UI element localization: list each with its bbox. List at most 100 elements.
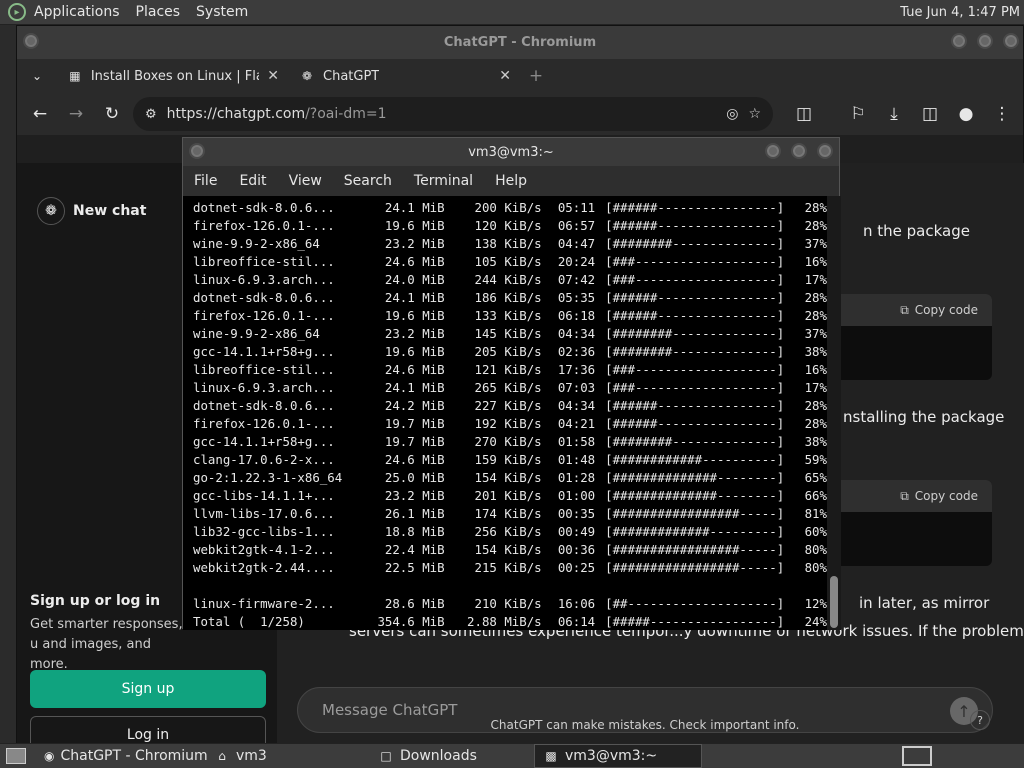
- package-name: gcc-libs-14.1.1+...: [193, 488, 335, 503]
- show-desktop-icon[interactable]: [6, 748, 26, 764]
- progress-bar: [###-------------------]: [605, 254, 785, 269]
- terminal-menu-terminal[interactable]: Terminal: [414, 173, 473, 189]
- terminal-menu-search[interactable]: Search: [344, 173, 392, 189]
- eta: 00:25: [557, 560, 596, 575]
- progress-bar: [######----------------]: [605, 200, 785, 215]
- terminal-scrollbar-thumb[interactable]: [830, 576, 838, 628]
- side-panel-icon[interactable]: ◫: [915, 99, 945, 129]
- tab-title: ChatGPT: [323, 68, 380, 84]
- distro-logo-icon[interactable]: ▸: [8, 3, 26, 21]
- terminal-minimize-button[interactable]: [765, 143, 781, 159]
- download-rate: 200 KiB/s: [474, 200, 542, 215]
- terminal-menu-edit[interactable]: Edit: [239, 173, 266, 189]
- downloads-icon[interactable]: ⤓: [879, 99, 909, 129]
- package-size: 24.2 MiB: [384, 398, 445, 413]
- system-menu[interactable]: System: [196, 4, 248, 20]
- chromium-titlebar[interactable]: ChatGPT - Chromium: [17, 26, 1023, 59]
- terminal-menu-file[interactable]: File: [194, 173, 217, 189]
- taskbar-item-downloads[interactable]: □ Downloads: [370, 744, 534, 768]
- help-question-icon[interactable]: ?: [970, 710, 990, 730]
- extensions-puzzle-icon[interactable]: ◫: [789, 99, 819, 129]
- message-placeholder: Message ChatGPT: [322, 701, 458, 719]
- download-rate: 210 KiB/s: [474, 596, 542, 611]
- eta: [542, 577, 595, 595]
- profile-avatar-icon[interactable]: ●: [951, 99, 981, 129]
- site-info-icon[interactable]: ⚙: [145, 107, 157, 122]
- applications-menu[interactable]: Applications: [34, 4, 120, 20]
- copy-code-button[interactable]: Copy code: [915, 303, 978, 317]
- package-size: 23.2 MiB: [384, 236, 445, 251]
- package-size: 19.7 MiB: [384, 434, 445, 449]
- places-menu[interactable]: Places: [136, 4, 181, 20]
- eta: 01:48: [557, 452, 596, 467]
- eta: 07:42: [557, 272, 596, 287]
- terminal-close-button[interactable]: [817, 143, 833, 159]
- percent: 59%: [804, 452, 827, 467]
- terminal-line: gcc-libs-14.1.1+... 23.2 MiB 201 KiB/s 01:0…: [193, 487, 827, 505]
- maximize-button[interactable]: [977, 33, 993, 49]
- eta: 05:35: [557, 290, 596, 305]
- terminal-menu-help[interactable]: Help: [495, 173, 527, 189]
- eta: 00:36: [557, 542, 596, 557]
- taskbar-label: ChatGPT - Chromium: [60, 748, 208, 764]
- new-chat-label: New chat: [73, 203, 147, 219]
- terminal-line: linux-6.9.3.arch... 24.0 MiB 244 KiB/s 07:4…: [193, 271, 827, 289]
- package-name: lib32-gcc-libs-1...: [193, 524, 335, 539]
- tab-title: Install Boxes on Linux | Flathub: [90, 68, 259, 84]
- tab-close-icon[interactable]: ✕: [499, 68, 511, 84]
- progress-bar: [######----------------]: [605, 416, 785, 431]
- taskbar-item-chromium[interactable]: ◉ ChatGPT - Chromium: [36, 744, 208, 768]
- back-arrow-icon[interactable]: ←: [25, 99, 55, 129]
- terminal-scrollbar[interactable]: [827, 196, 841, 630]
- eta: 02:36: [557, 344, 596, 359]
- new-chat-button[interactable]: ❁ New chat: [37, 197, 146, 225]
- tab-close-icon[interactable]: ✕: [267, 68, 279, 84]
- bookmark-star-icon[interactable]: ☆: [748, 106, 761, 122]
- tracking-protection-eye-icon[interactable]: ◎: [726, 106, 738, 122]
- workspace-switcher[interactable]: [902, 746, 932, 766]
- address-bar[interactable]: ⚙ https://chatgpt.com/?oai-dm=1 ◎ ☆: [133, 97, 773, 131]
- chromium-window-title: ChatGPT - Chromium: [443, 35, 597, 50]
- reload-icon[interactable]: ↻: [97, 99, 127, 129]
- download-rate: [445, 577, 542, 595]
- terminal-line: clang-17.0.6-2-x... 24.6 MiB 159 KiB/s 01:4…: [193, 451, 827, 469]
- package-name: wine-9.9-2-x86_64: [193, 236, 320, 251]
- copy-code-button[interactable]: Copy code: [915, 489, 978, 503]
- percent: 28%: [804, 416, 827, 431]
- download-rate: 256 KiB/s: [474, 524, 542, 539]
- tab-search-chevron-icon[interactable]: ⌄: [17, 61, 57, 91]
- new-tab-plus-icon[interactable]: +: [521, 61, 551, 91]
- terminal-line: dotnet-sdk-8.0.6... 24.1 MiB 200 KiB/s 05:1…: [193, 199, 827, 217]
- terminal-line: firefox-126.0.1-... 19.6 MiB 120 KiB/s 06:5…: [193, 217, 827, 235]
- taskbar-label: vm3: [236, 748, 267, 764]
- minimize-button[interactable]: [951, 33, 967, 49]
- terminal-window-menu-button[interactable]: [189, 143, 205, 159]
- terminal-titlebar[interactable]: vm3@vm3:~: [183, 138, 839, 166]
- percent: 80%: [804, 542, 827, 557]
- taskbar-label: Downloads: [400, 748, 477, 764]
- percent: 28%: [804, 308, 827, 323]
- terminal-output[interactable]: dotnet-sdk-8.0.6... 24.1 MiB 200 KiB/s 05:1…: [183, 196, 827, 630]
- kebab-menu-icon[interactable]: ⋮: [987, 99, 1017, 129]
- percent: 37%: [804, 236, 827, 251]
- copy-code-icon[interactable]: ⧉: [900, 303, 909, 318]
- close-button[interactable]: [1003, 33, 1019, 49]
- progress-bar: [##############--------]: [605, 488, 785, 503]
- labs-flask-icon[interactable]: ⚐: [843, 99, 873, 129]
- taskbar-item-terminal[interactable]: ▩ vm3@vm3:~: [534, 744, 702, 768]
- panel-clock[interactable]: Tue Jun 4, 1:47 PM: [900, 5, 1024, 20]
- forward-arrow-icon[interactable]: →: [61, 99, 91, 129]
- tab-chatgpt[interactable]: ❁ ChatGPT ✕: [289, 59, 521, 93]
- taskbar-item-vm3[interactable]: ⌂ vm3: [206, 744, 370, 768]
- copy-code-icon[interactable]: ⧉: [900, 489, 909, 504]
- progress-bar: [########--------------]: [605, 326, 785, 341]
- eta: 16:06: [557, 596, 596, 611]
- terminal-maximize-button[interactable]: [791, 143, 807, 159]
- window-menu-button[interactable]: [23, 33, 39, 49]
- percent: 80%: [804, 560, 827, 575]
- signup-button[interactable]: Sign up: [30, 670, 266, 708]
- eta: 05:11: [557, 200, 596, 215]
- terminal-menu-view[interactable]: View: [289, 173, 322, 189]
- tab-flathub[interactable]: ▦ Install Boxes on Linux | Flathub ✕: [57, 59, 289, 93]
- package-size: [375, 577, 444, 595]
